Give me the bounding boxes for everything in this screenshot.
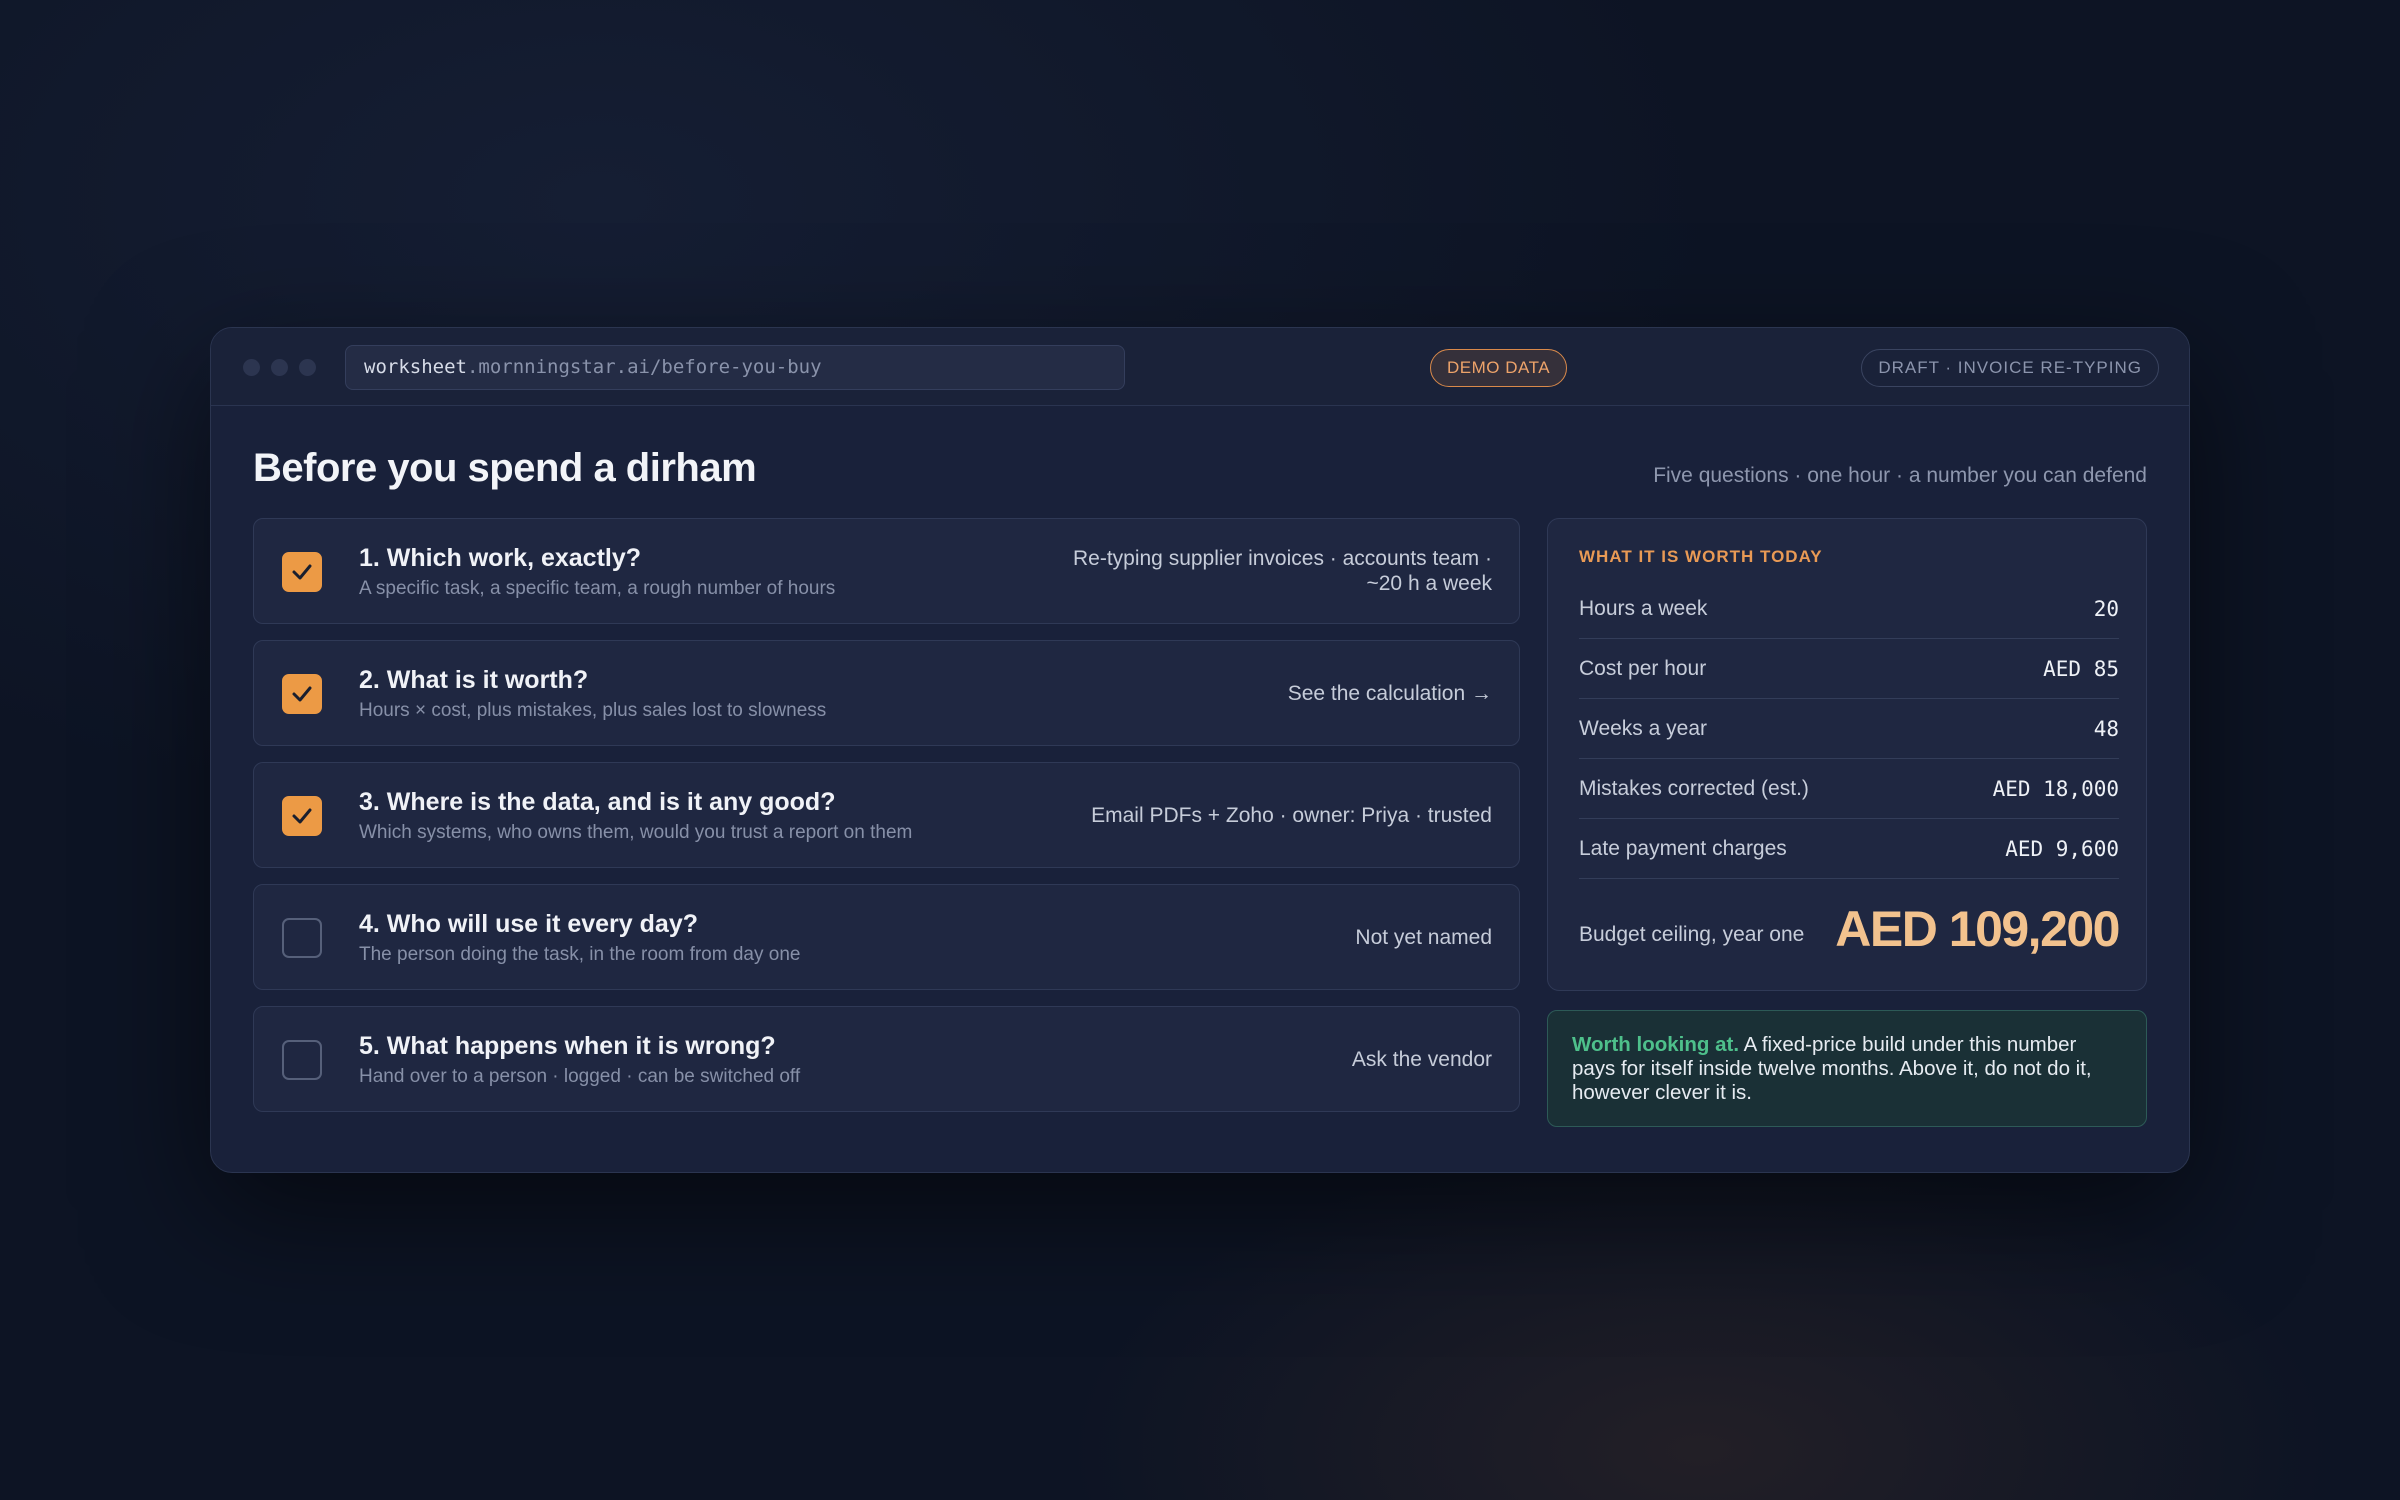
question-title: 4. Who will use it every day? <box>359 910 698 938</box>
window-controls <box>243 359 316 376</box>
row-label: Hours a week <box>1579 596 1708 620</box>
question-checkbox[interactable] <box>282 796 322 836</box>
worth-row-weeks: Weeks a year 48 <box>1579 699 2119 759</box>
maximize-dot[interactable] <box>299 359 316 376</box>
worth-panel-label: WHAT IT IS WORTH TODAY <box>1579 547 1823 566</box>
question-subtitle: Hours × cost, plus mistakes, plus sales … <box>359 700 827 721</box>
page-title: Before you spend a dirham <box>253 446 757 490</box>
question-list: 1. Which work, exactly? A specific task,… <box>253 518 1520 1128</box>
checkmark-icon <box>292 686 312 702</box>
question-card-4[interactable]: 4. Who will use it every day? The person… <box>253 884 1520 990</box>
question-answer: Not yet named <box>1355 925 1492 949</box>
worth-row-cost: Cost per hour AED 85 <box>1579 639 2119 699</box>
question-checkbox[interactable] <box>282 918 322 958</box>
row-value: 20 <box>2093 596 2119 621</box>
worth-row-hours: Hours a week 20 <box>1579 579 2119 639</box>
question-answer: Re-typing supplier invoices · accounts t… <box>1072 547 1492 595</box>
question-subtitle: Hand over to a person · logged · can be … <box>359 1066 801 1087</box>
see-calculation-link[interactable]: See the calculation → <box>1062 641 1492 745</box>
question-card-3[interactable]: 3. Where is the data, and is it any good… <box>253 762 1520 868</box>
question-checkbox[interactable] <box>282 552 322 592</box>
question-subtitle: The person doing the task, in the room f… <box>359 944 801 965</box>
budget-ceiling-value: AED 109,200 <box>1835 901 2120 957</box>
row-value: AED 9,600 <box>2005 836 2119 861</box>
budget-ceiling-label: Budget ceiling, year one <box>1579 923 1805 946</box>
verdict-lead: Worth looking at. <box>1572 1033 1740 1056</box>
demo-data-badge: DEMO DATA <box>1430 349 1568 387</box>
question-title: 1. Which work, exactly? <box>359 544 642 572</box>
browser-window: worksheet.mornningstar.ai/before-you-buy… <box>210 327 2190 1173</box>
draft-badge: DRAFT · INVOICE RE-TYPING <box>1861 349 2159 387</box>
question-title: 3. Where is the data, and is it any good… <box>359 788 836 816</box>
row-label: Weeks a year <box>1579 716 1707 740</box>
row-value: 48 <box>2093 716 2119 741</box>
verdict-box: Worth looking at. A fixed-price build un… <box>1547 1010 2147 1127</box>
title-bar: worksheet.mornningstar.ai/before-you-buy… <box>211 328 2189 406</box>
question-card-1[interactable]: 1. Which work, exactly? A specific task,… <box>253 518 1520 624</box>
worth-panel: WHAT IT IS WORTH TODAY Hours a week 20 C… <box>1547 518 2147 991</box>
row-value: AED 85 <box>2043 656 2119 681</box>
url-host: worksheet <box>364 356 467 378</box>
question-card-5[interactable]: 5. What happens when it is wrong? Hand o… <box>253 1006 1520 1112</box>
question-title: 2. What is it worth? <box>359 666 589 694</box>
worth-row-late-charges: Late payment charges AED 9,600 <box>1579 819 2119 879</box>
row-label: Mistakes corrected (est.) <box>1579 776 1809 800</box>
question-checkbox[interactable] <box>282 1040 322 1080</box>
close-dot[interactable] <box>243 359 260 376</box>
page-tagline: Five questions · one hour · a number you… <box>1653 464 2147 487</box>
question-checkbox[interactable] <box>282 674 322 714</box>
question-subtitle: Which systems, who owns them, would you … <box>359 822 913 843</box>
address-bar[interactable]: worksheet.mornningstar.ai/before-you-buy <box>345 345 1125 390</box>
row-label: Cost per hour <box>1579 656 1707 680</box>
worth-row-mistakes: Mistakes corrected (est.) AED 18,000 <box>1579 759 2119 819</box>
url-path: .mornningstar.ai/before-you-buy <box>466 356 822 378</box>
worth-rows: Hours a week 20 Cost per hour AED 85 Wee… <box>1579 579 2119 879</box>
row-label: Late payment charges <box>1579 836 1787 860</box>
question-answer: Email PDFs + Zoho · owner: Priya · trust… <box>1091 803 1492 827</box>
checkmark-icon <box>292 808 312 824</box>
minimize-dot[interactable] <box>271 359 288 376</box>
question-title: 5. What happens when it is wrong? <box>359 1032 776 1060</box>
checkmark-icon <box>292 564 312 580</box>
question-subtitle: A specific task, a specific team, a roug… <box>359 578 836 599</box>
row-value: AED 18,000 <box>1992 776 2119 801</box>
question-card-2[interactable]: 2. What is it worth? Hours × cost, plus … <box>253 640 1520 746</box>
question-answer: Ask the vendor <box>1351 1047 1492 1071</box>
budget-ceiling: Budget ceiling, year one AED 109,200 <box>1579 894 2120 964</box>
